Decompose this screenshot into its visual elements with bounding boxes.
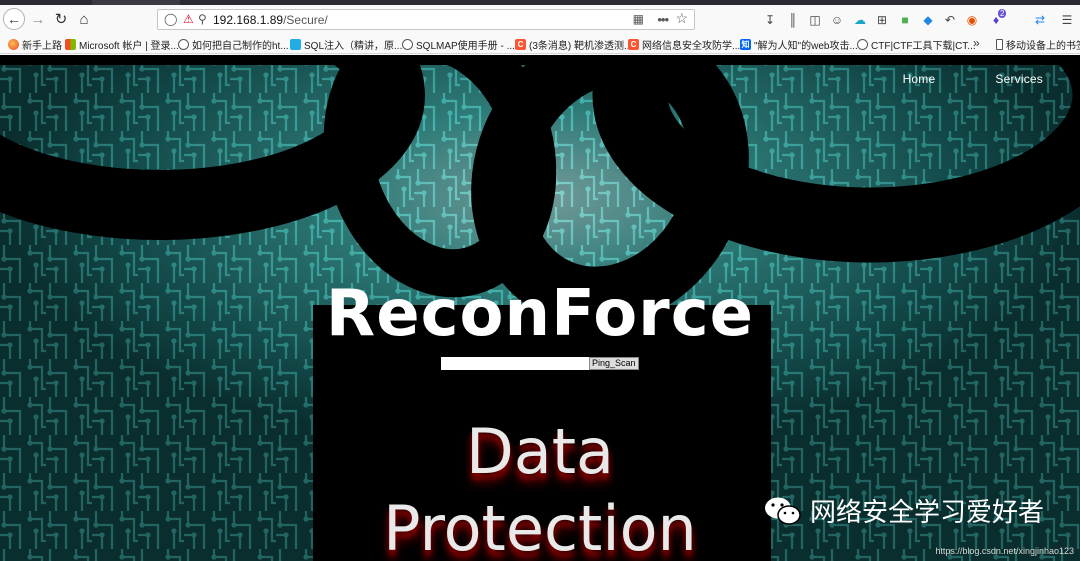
bilibili-icon <box>290 39 301 50</box>
page-actions-menu-icon[interactable]: ••• <box>657 12 669 27</box>
nav-link-services[interactable]: Services <box>995 72 1043 86</box>
wechat-icon <box>764 497 801 525</box>
phone-icon <box>996 39 1003 50</box>
nav-link-home[interactable]: Home <box>903 72 936 86</box>
ip-address-input[interactable] <box>441 357 589 370</box>
bookmark-item[interactable]: SQLMAP使用手册 - ... <box>402 37 515 52</box>
orange-extension-icon[interactable]: ◉ <box>964 13 980 27</box>
bookmark-label: SQL注入（精讲，原... <box>304 41 403 52</box>
site-nav-menu: Home Services <box>903 72 1080 86</box>
bookmarks-overflow-chevron-icon[interactable]: » <box>973 36 980 50</box>
wechat-watermark: 网络安全学习爱好者 <box>764 492 1044 529</box>
bookmark-label: CTF|CTF工具下载|CT... <box>871 41 976 52</box>
library-icon[interactable]: ║ <box>785 13 801 27</box>
sidebar-toggle-icon[interactable]: ◫ <box>807 13 823 27</box>
bookmark-item[interactable]: 新手上路 <box>8 37 62 52</box>
url-host: 192.168.1.89 <box>213 13 284 27</box>
site-title: ReconForce <box>325 277 755 351</box>
watermark-text: 网络安全学习爱好者 <box>809 497 1044 527</box>
bookmark-item[interactable]: 知 "解为人知"的web攻击... <box>740 37 858 52</box>
bookmark-item[interactable]: Microsoft 帐户 | 登录... <box>65 37 179 52</box>
hamburger-menu-icon[interactable]: ☰ <box>1059 13 1075 27</box>
bookmark-label: "解为人知"的web攻击... <box>754 41 858 52</box>
bookmark-label: SQLMAP使用手册 - ... <box>416 41 515 52</box>
firefox-icon <box>8 39 19 50</box>
sync-extension-icon[interactable]: ⇄ <box>1032 13 1048 27</box>
bookmark-label: 如何把自己制作的ht... <box>192 41 289 52</box>
bookmark-label: (3条消息) 靶机渗透测... <box>529 41 633 52</box>
url-path: /Secure/ <box>283 13 328 27</box>
ping-form: Ping_Scan <box>441 357 639 370</box>
cloud-extension-icon[interactable]: ☁ <box>852 13 868 27</box>
ping-scan-button[interactable]: Ping_Scan <box>589 357 639 370</box>
globe-icon <box>402 39 413 50</box>
csdn-icon: C <box>628 39 639 50</box>
account-icon[interactable]: ☺ <box>829 13 845 27</box>
web-page: Home Services ReconForce Ping_Scan Data … <box>0 55 1080 561</box>
hero-text-data: Data <box>465 415 615 488</box>
home-button[interactable]: ⌂ <box>73 8 95 30</box>
bookmark-label: Microsoft 帐户 | 登录... <box>79 41 179 52</box>
bookmark-item[interactable]: CTF|CTF工具下载|CT... <box>857 37 976 52</box>
tracking-protection-shield-icon[interactable]: ◯ <box>164 12 177 26</box>
mobile-bookmarks-folder[interactable]: 移动设备上的书签 <box>996 37 1080 52</box>
microsoft-icon <box>65 39 76 50</box>
bookmark-item[interactable]: SQL注入（精讲，原... <box>290 37 402 52</box>
bookmark-label: 网络信息安全攻防学... <box>642 41 741 52</box>
back-button[interactable]: ← <box>3 8 25 30</box>
bookmark-label: 新手上路 <box>22 41 62 52</box>
bookmark-item[interactable]: C (3条消息) 靶机渗透测... <box>515 37 632 52</box>
downloads-icon[interactable]: ↧ <box>762 13 778 27</box>
qr-code-icon[interactable]: ▦ <box>633 12 644 26</box>
permissions-key-icon[interactable]: ⚲ <box>198 12 207 26</box>
url-bar[interactable]: ◯ ⚠ ⚲ 192.168.1.89/Secure/ ▦ ••• ☆ <box>157 9 695 30</box>
forward-button[interactable]: → <box>27 8 49 30</box>
reload-button[interactable]: ↻ <box>50 8 72 30</box>
globe-icon <box>857 39 868 50</box>
csdn-icon: C <box>515 39 526 50</box>
csdn-source-url: https://blog.csdn.net/xingjinhao123 <box>935 546 1074 556</box>
bookmark-item[interactable]: 如何把自己制作的ht... <box>178 37 289 52</box>
extension-badge: 2 <box>998 9 1007 18</box>
bookmarks-toolbar: 新手上路 Microsoft 帐户 | 登录... 如何把自己制作的ht... … <box>0 34 1080 54</box>
undo-extension-icon[interactable]: ↶ <box>942 13 958 27</box>
zhihu-icon: 知 <box>740 39 751 50</box>
bookmark-item[interactable]: C 网络信息安全攻防学... <box>628 37 740 52</box>
crop-extension-icon[interactable]: ⊞ <box>874 13 890 27</box>
bookmark-label: 移动设备上的书签 <box>1006 41 1080 52</box>
green-extension-icon[interactable]: ■ <box>897 13 913 27</box>
blue-extension-icon[interactable]: ◆ <box>920 13 936 27</box>
navigation-toolbar: ← → ↻ ⌂ ◯ ⚠ ⚲ 192.168.1.89/Secure/ ▦ •••… <box>0 5 1080 34</box>
url-text[interactable]: 192.168.1.89/Secure/ <box>213 13 328 27</box>
globe-icon <box>178 39 189 50</box>
bookmark-star-icon[interactable]: ☆ <box>675 10 688 27</box>
insecure-connection-lock-icon[interactable]: ⚠ <box>183 12 194 26</box>
